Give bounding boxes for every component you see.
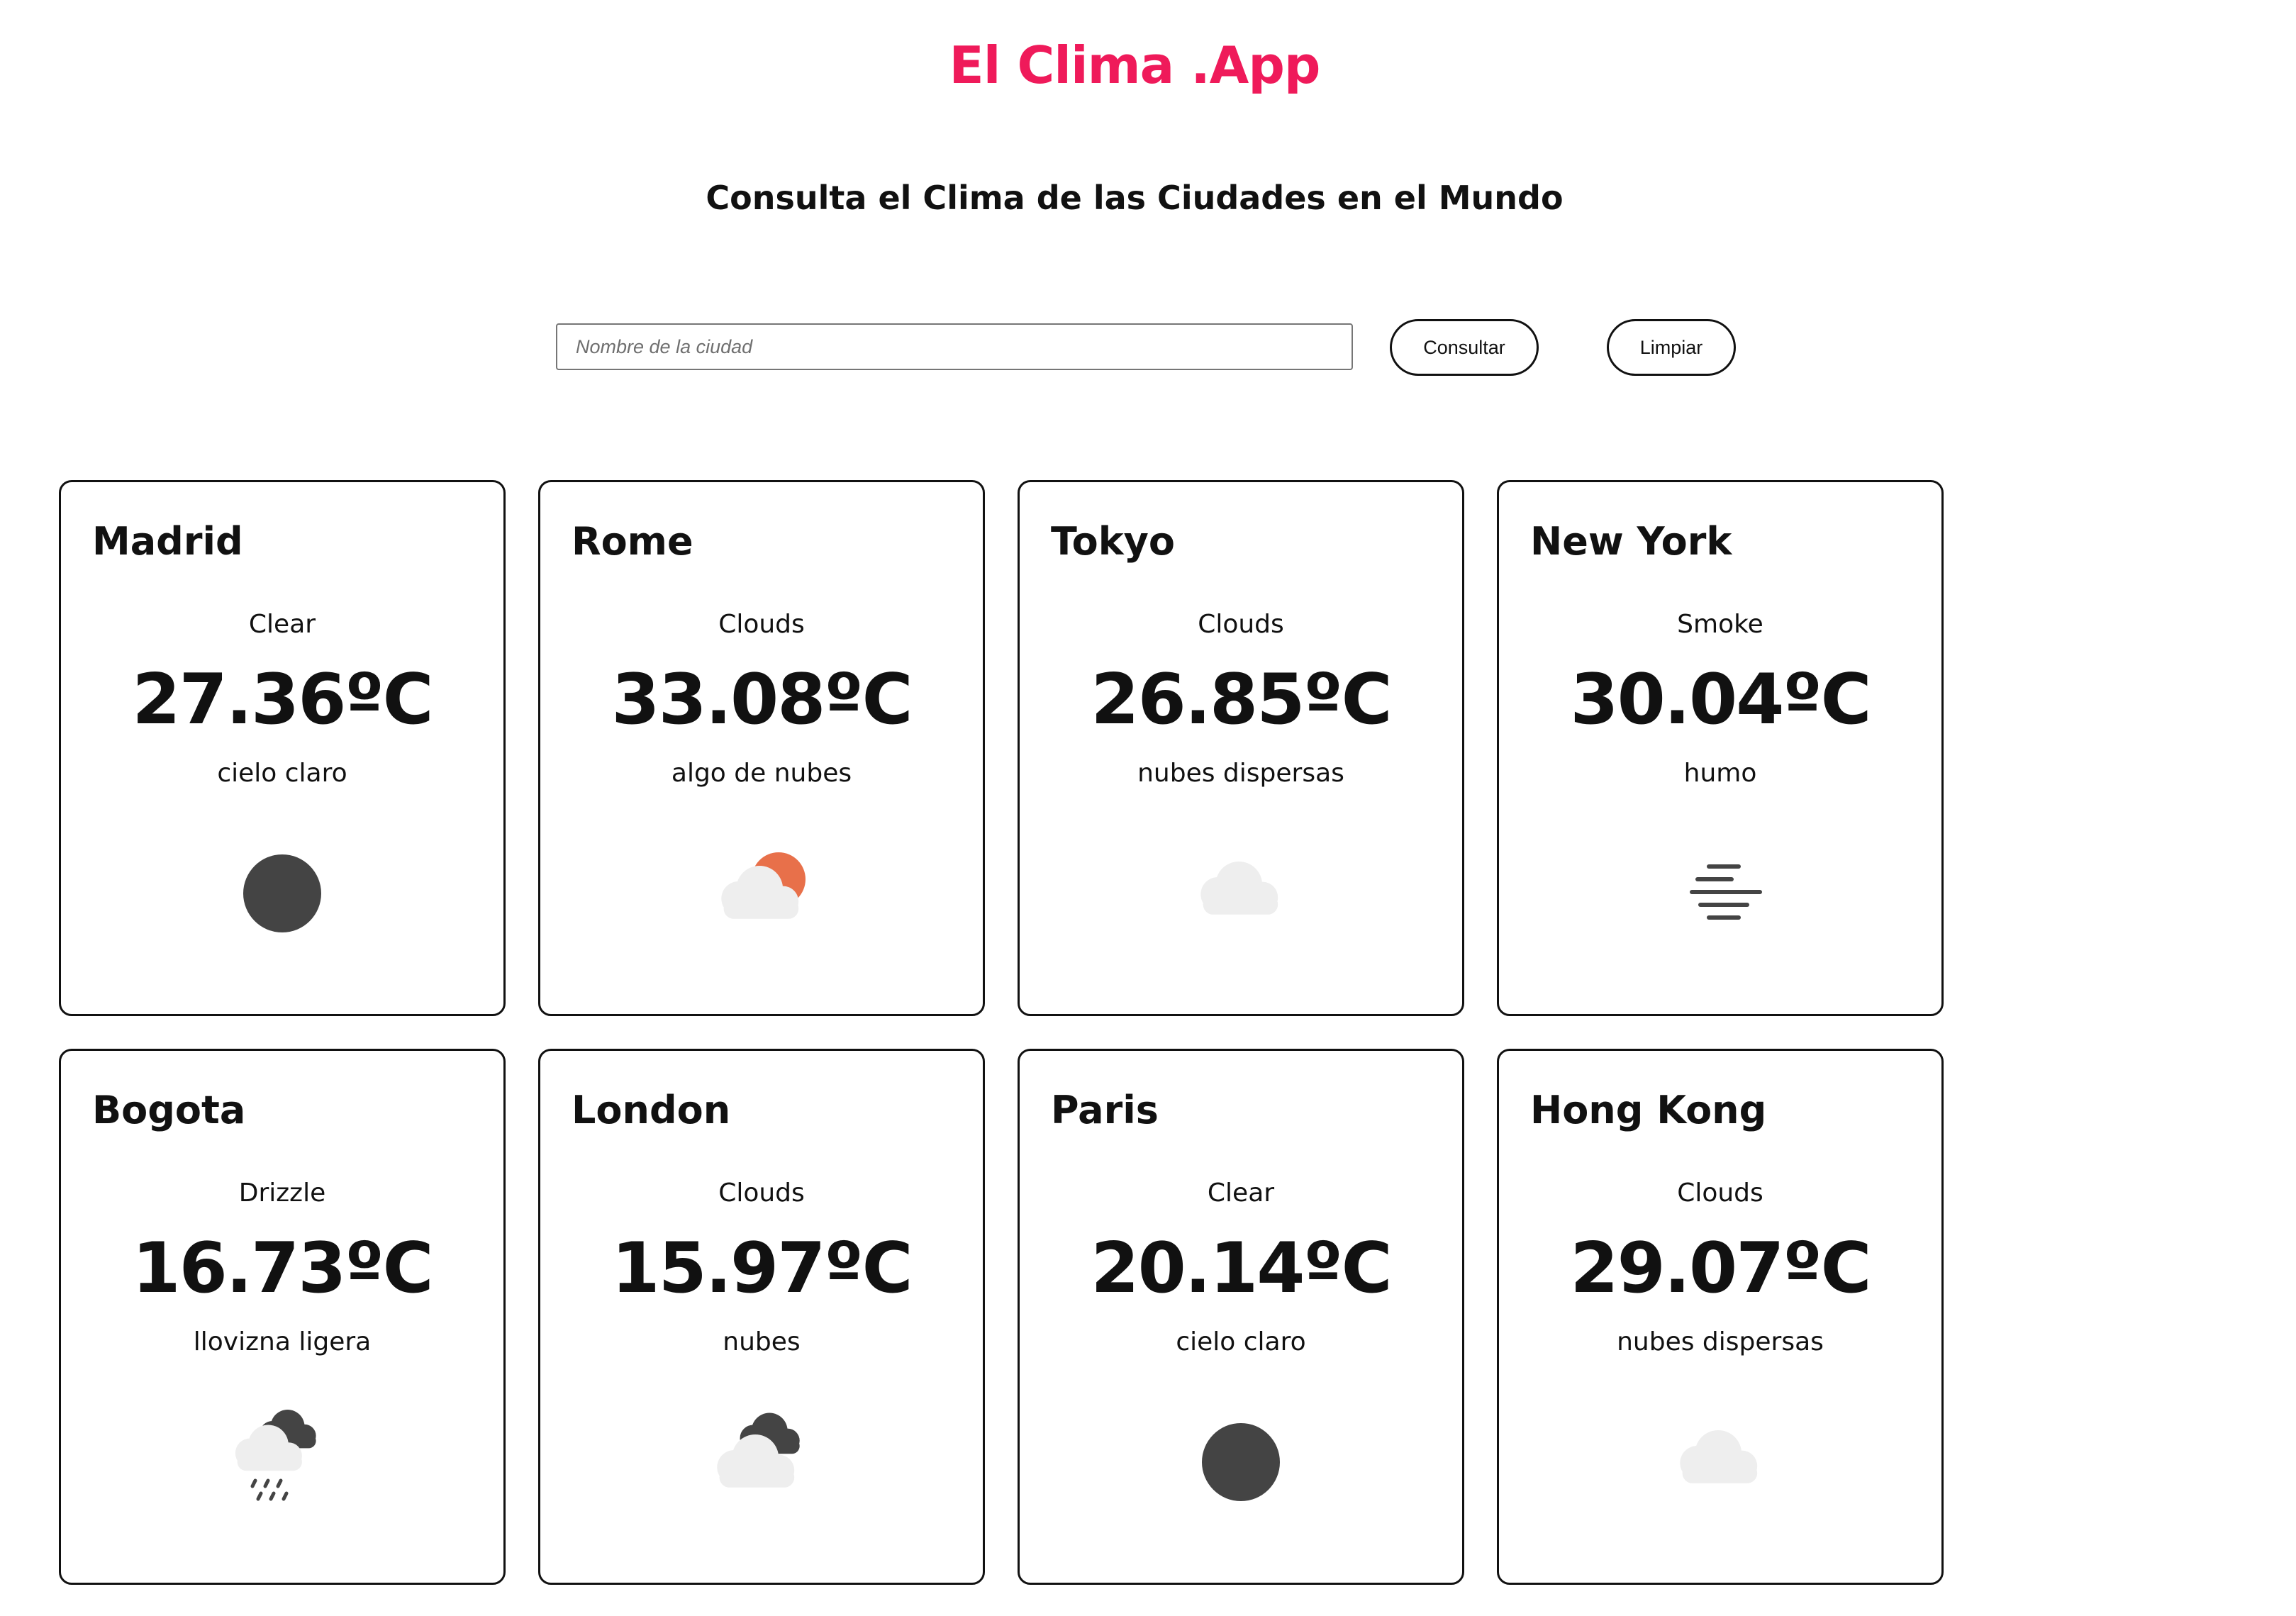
city-search-input[interactable] xyxy=(556,323,1353,370)
weather-card: Tokyo Clouds 26.85ºC nubes dispersas xyxy=(1018,480,1464,1016)
city-name: Bogota xyxy=(92,1088,246,1132)
city-name: London xyxy=(572,1088,731,1132)
city-name: Madrid xyxy=(92,519,243,564)
weather-description: cielo claro xyxy=(1176,1327,1306,1356)
weather-description: nubes xyxy=(723,1327,801,1356)
page-subtitle: Consulta el Clima de las Ciudades en el … xyxy=(706,179,1564,217)
weather-main: Clear xyxy=(248,610,316,639)
weather-main: Clear xyxy=(1207,1178,1275,1208)
clear-sky-icon xyxy=(218,837,346,950)
temperature: 16.73ºC xyxy=(132,1228,433,1309)
weather-description: algo de nubes xyxy=(671,759,852,788)
weather-card-grid: Madrid Clear 27.36ºC cielo claro Rome Cl… xyxy=(59,480,1945,1585)
weather-description: humo xyxy=(1683,759,1757,788)
few-clouds-icon xyxy=(698,837,825,950)
scattered-clouds-icon xyxy=(1656,1405,1784,1519)
weather-main: Clouds xyxy=(1677,1178,1763,1208)
weather-description: cielo claro xyxy=(217,759,347,788)
weather-main: Clouds xyxy=(718,610,805,639)
clear-sky-icon xyxy=(1177,1405,1305,1519)
temperature: 27.36ºC xyxy=(132,659,433,740)
limpiar-button[interactable]: Limpiar xyxy=(1607,319,1736,376)
weather-card: Madrid Clear 27.36ºC cielo claro xyxy=(59,480,506,1016)
city-name: Hong Kong xyxy=(1530,1088,1767,1132)
broken-clouds-icon xyxy=(698,1405,825,1519)
weather-card: Rome Clouds 33.08ºC algo de nubes xyxy=(538,480,985,1016)
weather-description: nubes dispersas xyxy=(1617,1327,1824,1356)
city-name: Rome xyxy=(572,519,693,564)
weather-main: Smoke xyxy=(1677,610,1763,639)
temperature: 15.97ºC xyxy=(611,1228,913,1309)
smoke-icon xyxy=(1656,837,1784,950)
drizzle-icon xyxy=(218,1405,346,1519)
app-title: El Clima .App xyxy=(949,35,1321,95)
weather-main: Clouds xyxy=(1198,610,1284,639)
temperature: 33.08ºC xyxy=(611,659,913,740)
temperature: 26.85ºC xyxy=(1091,659,1392,740)
city-name: Tokyo xyxy=(1051,519,1175,564)
city-name: Paris xyxy=(1051,1088,1159,1132)
weather-card: New York Smoke 30.04ºC humo xyxy=(1497,480,1944,1016)
weather-card: Hong Kong Clouds 29.07ºC nubes dispersas xyxy=(1497,1049,1944,1585)
city-name: New York xyxy=(1530,519,1732,564)
temperature: 29.07ºC xyxy=(1570,1228,1871,1309)
weather-card: London Clouds 15.97ºC nubes xyxy=(538,1049,985,1585)
weather-card: Bogota Drizzle 16.73ºC llovizna ligera xyxy=(59,1049,506,1585)
weather-description: llovizna ligera xyxy=(193,1327,372,1356)
temperature: 30.04ºC xyxy=(1570,659,1871,740)
scattered-clouds-icon xyxy=(1177,837,1305,950)
weather-main: Clouds xyxy=(718,1178,805,1208)
weather-description: nubes dispersas xyxy=(1137,759,1344,788)
consultar-button[interactable]: Consultar xyxy=(1390,319,1539,376)
weather-card: Paris Clear 20.14ºC cielo claro xyxy=(1018,1049,1464,1585)
temperature: 20.14ºC xyxy=(1091,1228,1392,1309)
weather-main: Drizzle xyxy=(238,1178,326,1208)
